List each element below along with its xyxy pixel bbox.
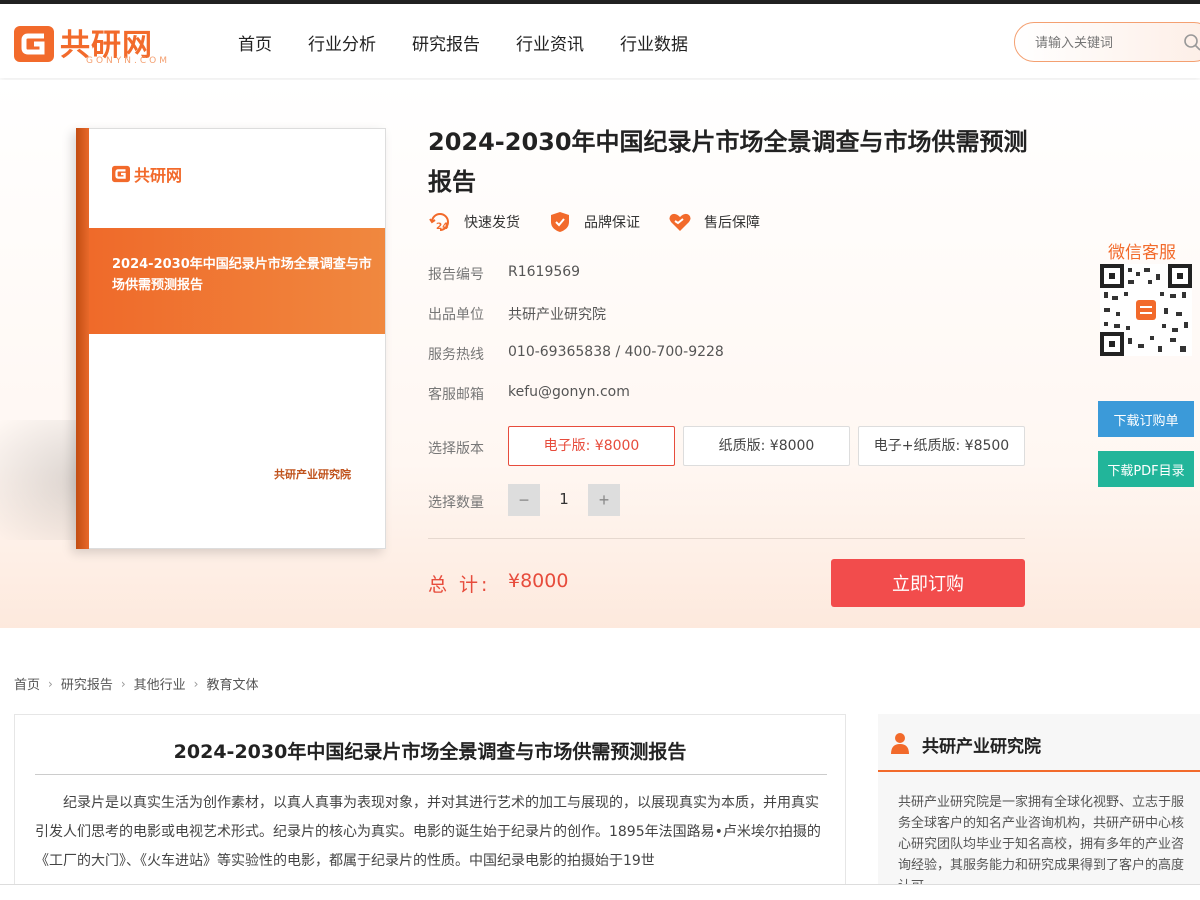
- report-summary: 2024-2030年中国纪录片市场全景调查与市场供需预测报告 纪录片是以真实生活…: [14, 714, 846, 894]
- total-price: ¥8000: [508, 570, 569, 592]
- cover-publisher: 共研产业研究院: [274, 468, 351, 481]
- chevron-right-icon: ›: [120, 676, 126, 691]
- search-box: [1014, 22, 1200, 62]
- user-icon: [891, 733, 909, 754]
- site-header: 共研网 GONYN.COM 首页 行业分析 研究报告 行业资讯 行业数据: [0, 4, 1200, 78]
- article-body: 纪录片是以真实生活为创作素材，以真人真事为表现对象，并对其进行艺术的加工与展现的…: [35, 795, 821, 869]
- bottom-bar: [0, 884, 1200, 900]
- wechat-qr-code: [1100, 264, 1192, 356]
- buy-now-button[interactable]: 立即订购: [831, 559, 1025, 607]
- heart-handshake-icon: [669, 213, 691, 231]
- article-divider: [35, 774, 827, 775]
- info-value[interactable]: kefu@gonyn.com: [508, 384, 630, 400]
- nav-research-reports[interactable]: 研究报告: [412, 30, 480, 55]
- qty-value[interactable]: 1: [548, 490, 580, 508]
- article-title: 2024-2030年中国纪录片市场全景调查与市场供需预测报告: [173, 741, 687, 763]
- price-divider: [428, 538, 1025, 539]
- breadcrumb: 首页 › 研究报告 › 其他行业 › 教育文体: [14, 674, 259, 694]
- breadcrumb-other-industries[interactable]: 其他行业: [134, 674, 186, 693]
- institute-title: 共研产业研究院: [922, 737, 1041, 757]
- breadcrumb-home[interactable]: 首页: [14, 674, 40, 693]
- product-title: 2024-2030年中国纪录片市场全景调查与市场供需预测报告: [428, 128, 1028, 196]
- version-option-electronic[interactable]: 电子版: ¥8000: [508, 426, 675, 466]
- info-value: 010-69365838 / 400-700-9228: [508, 344, 724, 360]
- nav-industry-analysis[interactable]: 行业分析: [308, 30, 376, 55]
- version-option-combo[interactable]: 电子+纸质版: ¥8500: [858, 426, 1025, 466]
- cover-logo-icon: [112, 165, 130, 183]
- guarantee-label: 品牌保证: [584, 215, 640, 231]
- chevron-right-icon: ›: [193, 676, 199, 691]
- logo-g-icon: [14, 26, 54, 62]
- wechat-service-title: 微信客服: [1108, 243, 1176, 263]
- cover-logo: 共研网: [112, 162, 202, 190]
- report-cover: [76, 128, 386, 549]
- guarantee-brand: 品牌保证: [548, 210, 640, 234]
- institute-panel: 共研产业研究院 共研产业研究院是一家拥有全球化视野、立志于服务全球客户的知名产业…: [878, 714, 1200, 894]
- nav-industry-news[interactable]: 行业资讯: [516, 30, 584, 55]
- guarantee-label: 售后保障: [704, 215, 760, 231]
- nav-industry-data[interactable]: 行业数据: [620, 30, 688, 55]
- info-label: 服务热线: [428, 347, 484, 363]
- download-order-form-button[interactable]: 下载订购单: [1098, 401, 1194, 437]
- breadcrumb-education-culture[interactable]: 教育文体: [206, 674, 258, 693]
- logo-domain: GONYN.COM: [86, 56, 171, 66]
- shield-check-icon: [551, 212, 569, 232]
- info-label: 报告编号: [428, 267, 484, 283]
- report-cover-spine: [76, 128, 89, 549]
- info-label: 客服邮箱: [428, 387, 484, 403]
- chevron-right-icon: ›: [48, 676, 53, 691]
- total-label: 总 计:: [428, 574, 491, 596]
- breadcrumb-research-reports[interactable]: 研究报告: [61, 674, 113, 693]
- search-input[interactable]: [1035, 33, 1175, 53]
- download-pdf-toc-button[interactable]: 下载PDF目录: [1098, 451, 1194, 487]
- guarantee-label: 快速发货: [464, 215, 520, 231]
- guarantee-after-sales: 售后保障: [668, 210, 760, 234]
- info-value: R1619569: [508, 264, 581, 280]
- qty-label: 选择数量: [428, 495, 484, 511]
- guarantee-list: 24 快速发货 品牌保证 售后保障: [428, 210, 760, 234]
- fast-delivery-icon: 24: [429, 213, 449, 232]
- nav-home[interactable]: 首页: [238, 30, 272, 55]
- svg-text:24: 24: [436, 222, 449, 232]
- search-icon[interactable]: [1183, 33, 1200, 53]
- qty-decrease-button[interactable]: −: [508, 484, 540, 516]
- institute-panel-header: 共研产业研究院: [878, 714, 1200, 772]
- cover-title: 2024-2030年中国纪录片市场全景调查与市场供需预测报告: [112, 257, 372, 293]
- info-label: 出品单位: [428, 307, 484, 323]
- cover-logo-text: 共研网: [134, 166, 183, 185]
- guarantee-fast-shipping: 24 快速发货: [428, 210, 520, 234]
- institute-description: 共研产业研究院是一家拥有全球化视野、立志于服务全球客户的知名产业咨询机构，共研产…: [898, 795, 1185, 894]
- qty-increase-button[interactable]: +: [588, 484, 620, 516]
- version-option-paper[interactable]: 纸质版: ¥8000: [683, 426, 850, 466]
- site-logo[interactable]: 共研网 GONYN.COM: [14, 22, 176, 68]
- main-nav: 首页 行业分析 研究报告 行业资讯 行业数据: [238, 30, 688, 55]
- version-label: 选择版本: [428, 441, 484, 457]
- info-value: 共研产业研究院: [508, 307, 606, 323]
